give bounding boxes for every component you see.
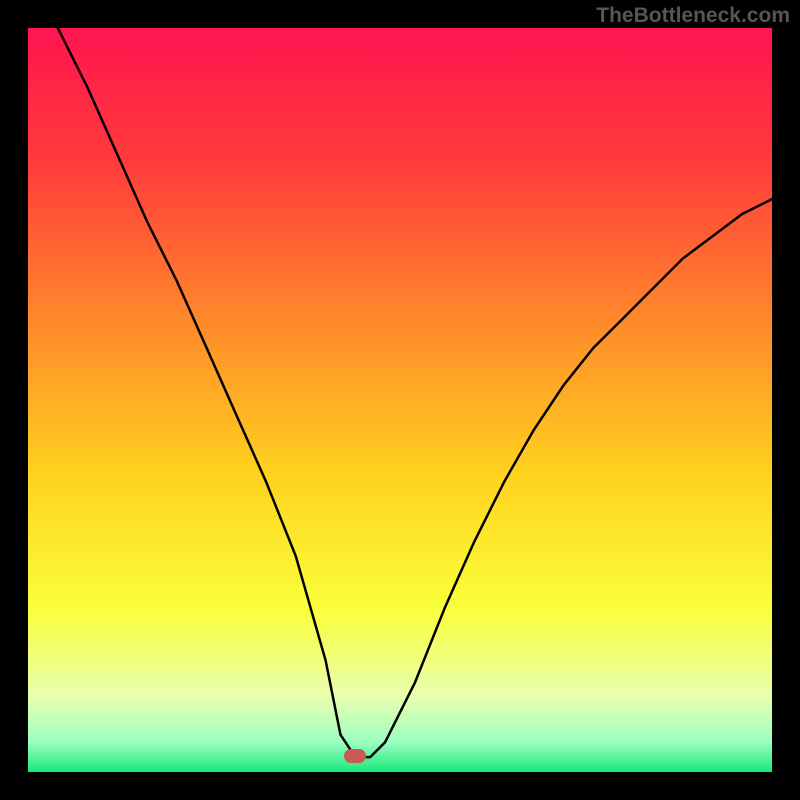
plot-area [28,28,772,772]
curve-svg [28,28,772,772]
watermark-label: TheBottleneck.com [596,4,790,28]
optimum-marker [344,749,366,763]
chart-frame: TheBottleneck.com [0,0,800,800]
bottleneck-curve [58,28,772,757]
